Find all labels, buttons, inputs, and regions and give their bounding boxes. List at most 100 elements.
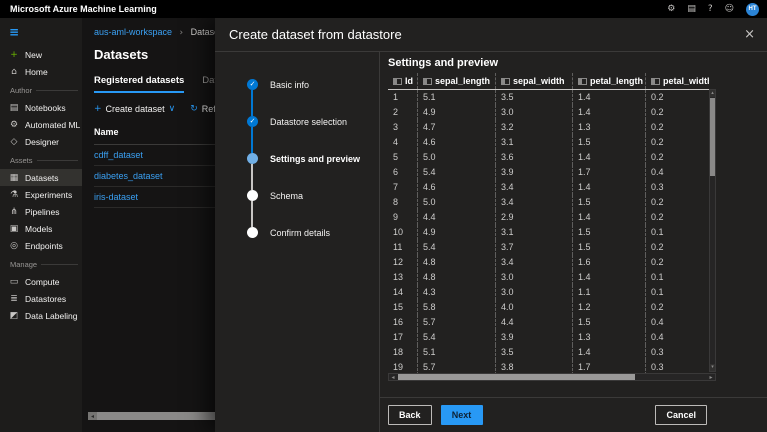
smiley-icon[interactable]: ☺ <box>725 5 734 14</box>
sidebar-item-label: Pipelines <box>25 207 60 217</box>
table-cell: 2.9 <box>495 210 572 225</box>
table-cell: 0.2 <box>645 240 709 255</box>
scroll-down-icon[interactable]: ▾ <box>710 364 715 371</box>
table-cell: 1.5 <box>572 315 645 330</box>
table-cell: 18 <box>388 345 417 360</box>
help-icon[interactable]: ? <box>708 5 713 14</box>
wizard-step-settings-and-preview[interactable]: Settings and preview <box>247 153 379 164</box>
step-connector <box>251 127 253 153</box>
table-cell: 17 <box>388 330 417 345</box>
table-cell: 5.7 <box>417 360 495 373</box>
sidebar-item-automated-ml[interactable]: ⚙ Automated ML <box>0 116 82 133</box>
table-cell: 5.0 <box>417 195 495 210</box>
table-cell: 8 <box>388 195 417 210</box>
plus-icon: + <box>9 50 19 60</box>
table-cell: 1.4 <box>572 90 645 105</box>
sidebar-item-notebooks[interactable]: ▤Notebooks <box>0 99 82 116</box>
sidebar-item-datastores[interactable]: ≣Datastores <box>0 290 82 307</box>
table-cell: 1.3 <box>572 330 645 345</box>
table-cell: 5.1 <box>417 345 495 360</box>
screen: Microsoft Azure Machine Learning ⚙ ▤ ? ☺… <box>0 0 767 432</box>
tab-registered-datasets[interactable]: Registered datasets <box>94 75 184 93</box>
sidebar: ≡ + New ⌂Home Author ▤Notebooks ⚙ Automated ML… <box>0 18 82 432</box>
section-label-text: Author <box>10 86 32 95</box>
table-cell: 0.2 <box>645 90 709 105</box>
sidebar-item-endpoints[interactable]: ◎Endpoints <box>0 237 82 254</box>
column-header-name[interactable]: Name <box>94 127 119 137</box>
table-row: 24.93.01.40.2 <box>388 105 709 120</box>
horizontal-scrollbar[interactable]: ◂ ▸ <box>388 373 716 381</box>
sidebar-item-designer[interactable]: ◇Designer <box>0 133 82 150</box>
sidebar-item-label: Experiments <box>25 190 72 200</box>
close-icon[interactable]: × <box>744 28 755 41</box>
sidebar-item-home[interactable]: ⌂Home <box>0 63 82 80</box>
sidebar-item-compute[interactable]: ▭Compute <box>0 273 82 290</box>
feedback-icon[interactable]: ▤ <box>687 5 696 14</box>
scroll-right-icon[interactable]: ▸ <box>707 374 715 380</box>
table-cell: 4.3 <box>417 285 495 300</box>
wizard-step-basic-info[interactable]: ✓Basic info <box>247 79 379 90</box>
table-cell: 0.3 <box>645 180 709 195</box>
sidebar-item-label: New <box>25 50 42 60</box>
sidebar-item-label: Endpoints <box>25 241 63 251</box>
sidebar-item-pipelines[interactable]: ⋔ Pipelines <box>0 203 82 220</box>
step-label: Schema <box>270 191 303 201</box>
avatar[interactable]: HT <box>746 3 759 16</box>
dataset-link[interactable]: cdff_dataset <box>94 150 143 160</box>
sidebar-item-new[interactable]: + New <box>0 46 82 63</box>
table-cell: 1.4 <box>572 345 645 360</box>
sidebar-item-label: Automated ML <box>25 120 80 130</box>
column-icon <box>501 78 510 85</box>
dialog-header: Create dataset from datastore × <box>215 18 767 52</box>
pipelines-icon: ⋔ <box>9 207 19 217</box>
cancel-button[interactable]: Cancel <box>655 405 707 425</box>
table-header-cell: petal_length <box>572 73 645 89</box>
column-header-label: petal_width <box>663 74 709 89</box>
create-dataset-dialog: Create dataset from datastore × ✓Basic i… <box>215 18 767 432</box>
table-cell: 0.2 <box>645 120 709 135</box>
table-cell: 4.0 <box>495 300 572 315</box>
vertical-scroll-thumb[interactable] <box>710 98 715 176</box>
topbar-actions: ⚙ ▤ ? ☺ HT <box>667 3 759 16</box>
dataset-link[interactable]: diabetes_dataset <box>94 171 163 181</box>
horizontal-scroll-thumb[interactable] <box>398 374 635 380</box>
table-cell: 1.5 <box>572 195 645 210</box>
table-cell: 0.2 <box>645 150 709 165</box>
table-cell: 0.2 <box>645 195 709 210</box>
table-cell: 1 <box>388 90 417 105</box>
home-icon: ⌂ <box>9 67 19 77</box>
step-connector <box>251 201 253 227</box>
table-cell: 0.2 <box>645 135 709 150</box>
dataset-link[interactable]: iris-dataset <box>94 192 138 202</box>
scroll-up-icon[interactable]: ▴ <box>710 90 715 97</box>
plus-icon: + <box>94 104 102 114</box>
sidebar-item-datasets[interactable]: ▦Datasets <box>0 169 82 186</box>
sidebar-item-experiments[interactable]: ⚗Experiments <box>0 186 82 203</box>
breadcrumb-workspace-link[interactable]: aus-aml-workspace <box>94 27 172 37</box>
table-cell: 0.2 <box>645 300 709 315</box>
sidebar-item-models[interactable]: ▣Models <box>0 220 82 237</box>
scroll-left-icon[interactable]: ◂ <box>389 374 397 380</box>
table-cell: 3.9 <box>495 330 572 345</box>
vertical-scrollbar[interactable]: ▴ ▾ <box>709 89 716 372</box>
gear-icon[interactable]: ⚙ <box>667 5 675 14</box>
step-current-icon <box>247 153 258 164</box>
sidebar-item-data-labeling[interactable]: ◩Data Labeling <box>0 307 82 324</box>
step-label: Confirm details <box>270 228 330 238</box>
models-icon: ▣ <box>9 224 19 234</box>
designer-icon: ◇ <box>9 137 19 147</box>
table-cell: 4.8 <box>417 255 495 270</box>
next-button[interactable]: Next <box>441 405 483 425</box>
table-cell: 11 <box>388 240 417 255</box>
table-cell: 3.1 <box>495 225 572 240</box>
hamburger-menu-icon[interactable]: ≡ <box>0 18 82 46</box>
scroll-left-icon[interactable]: ◂ <box>88 412 97 420</box>
create-dataset-button[interactable]: + Create dataset ∨ <box>94 104 175 114</box>
wizard-step-datastore-selection[interactable]: ✓Datastore selection <box>247 116 379 127</box>
table-row: 175.43.91.30.4 <box>388 330 709 345</box>
table-cell: 1.5 <box>572 135 645 150</box>
automated-ml-icon: ⚙ <box>9 120 19 130</box>
table-cell: 3.1 <box>495 135 572 150</box>
table-row: 55.03.61.40.2 <box>388 150 709 165</box>
back-button[interactable]: Back <box>388 405 432 425</box>
